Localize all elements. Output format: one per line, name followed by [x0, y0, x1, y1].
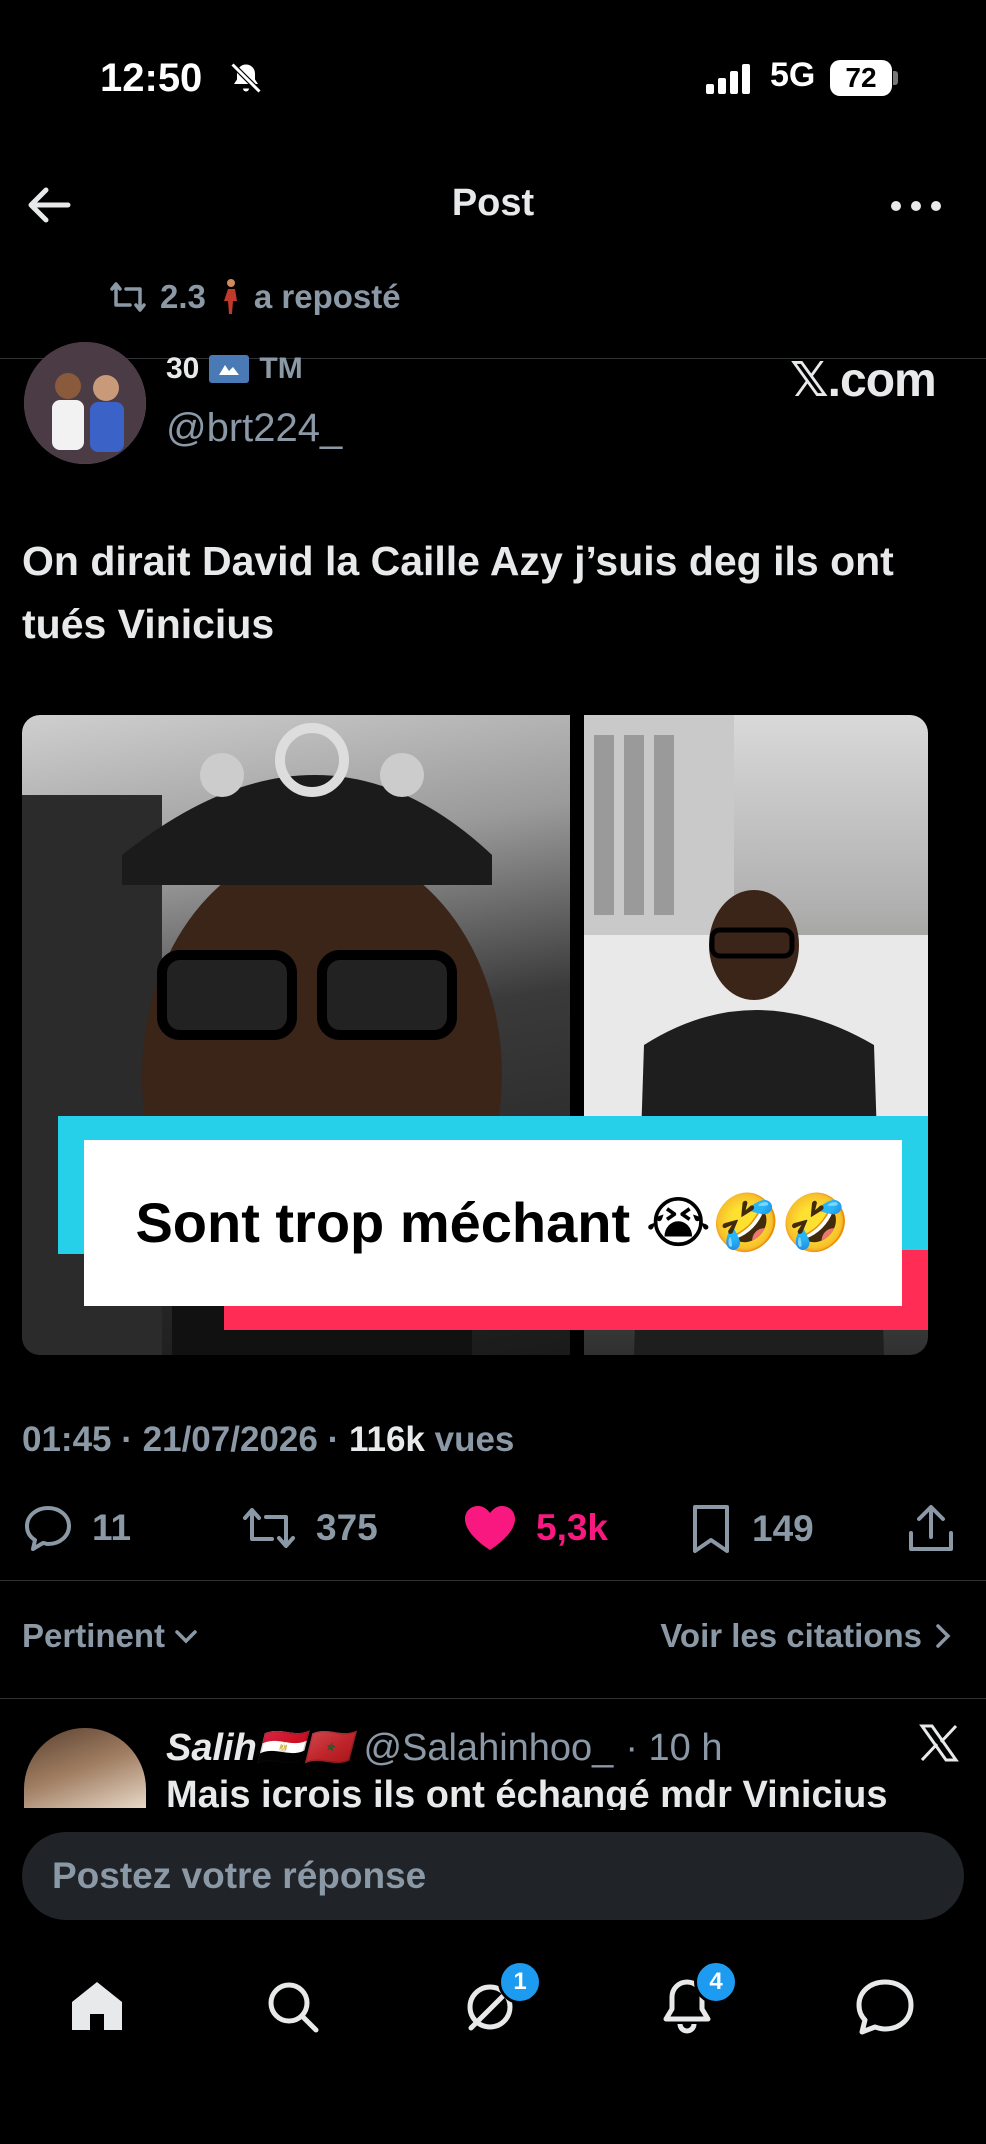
bookmark-button[interactable]: 149: [688, 1503, 814, 1555]
page-title: Post: [451, 182, 535, 224]
repost-count: 2.3: [160, 278, 206, 315]
reply-time: · 10 h: [625, 1726, 723, 1769]
x-logo-icon: [919, 1724, 959, 1762]
avatar-photo: [24, 342, 146, 464]
bookmark-count: 149: [752, 1508, 814, 1549]
repost-icon: [110, 282, 146, 312]
avatar[interactable]: [24, 342, 146, 464]
reply-header: Salih🇪🇬🇲🇦 @Salahinhoo_ · 10 h: [166, 1726, 723, 1770]
home-icon[interactable]: [62, 1972, 132, 2042]
like-count: 5,3k: [536, 1507, 609, 1548]
views-label: vues: [434, 1420, 515, 1459]
chevron-down-icon: [175, 1630, 197, 1644]
reply-button[interactable]: 11: [22, 1503, 131, 1553]
like-button[interactable]: 5,3k: [462, 1503, 608, 1553]
repost-label: a reposté: [253, 278, 401, 315]
repost-button[interactable]: 375: [240, 1503, 378, 1553]
view-quotes-link[interactable]: Voir les citations: [660, 1617, 952, 1655]
views-count: 116k: [348, 1420, 425, 1459]
notifications-badge: 4: [694, 1960, 738, 2004]
divider: [0, 1698, 986, 1699]
repost-indicator[interactable]: 2.3 a reposté: [108, 278, 401, 316]
sort-dropdown[interactable]: Pertinent: [22, 1617, 199, 1655]
author-badge: TM: [259, 352, 303, 385]
reply-avatar[interactable]: [24, 1728, 146, 1808]
comment-icon: [25, 1506, 71, 1551]
reply-author-name[interactable]: Salih🇪🇬🇲🇦: [166, 1726, 351, 1770]
bell-slash-icon: [230, 62, 262, 94]
messages-icon[interactable]: [850, 1972, 920, 2042]
repost-count: 375: [316, 1507, 378, 1548]
status-time: 12:50: [100, 56, 203, 100]
post-date: 21/07/2026: [142, 1420, 318, 1459]
quotes-label: Voir les citations: [660, 1617, 922, 1654]
reply-text: Mais icrois ils ont échangé mdr Vinicius: [166, 1776, 888, 1810]
reply-text-container: Mais icrois ils ont échangé mdr Vinicius: [166, 1776, 966, 1810]
signal-icon: [706, 64, 750, 94]
reply-author-handle[interactable]: @Salahinhoo_: [363, 1727, 613, 1770]
divider: [0, 1580, 986, 1581]
messages-badge: 1: [498, 1960, 542, 2004]
sort-label: Pertinent: [22, 1617, 166, 1654]
bookmark-icon: [693, 1505, 729, 1553]
flag-icon: [209, 355, 250, 383]
more-options-icon[interactable]: [888, 188, 944, 224]
person-walking-icon: [223, 279, 237, 314]
post-meta: 01:45 · 21/07/2026 · 116k vues: [22, 1420, 515, 1459]
battery-tip: [893, 71, 898, 85]
reply-placeholder: Postez votre réponse: [52, 1855, 427, 1896]
post-time: 01:45: [22, 1420, 112, 1459]
image-caption: Sont trop méchant 😭🤣🤣: [135, 1191, 851, 1254]
author-handle[interactable]: @brt224_: [166, 406, 342, 451]
author-name-row[interactable]: 30 TM: [166, 352, 303, 386]
source-label: 𝕏.com: [790, 354, 937, 407]
heart-icon: [465, 1506, 515, 1550]
reply-count: 11: [92, 1507, 132, 1548]
chevron-right-icon: [936, 1624, 951, 1648]
search-icon[interactable]: [258, 1972, 328, 2042]
network-type: 5G: [770, 56, 816, 94]
share-button[interactable]: [906, 1503, 956, 1555]
share-icon: [909, 1505, 953, 1551]
tweet-text: On dirait David la Caille Azy j’suis deg…: [22, 538, 894, 647]
repost-icon: [243, 1508, 295, 1548]
author-name: 30: [166, 352, 200, 385]
battery-icon: 72: [830, 60, 892, 96]
